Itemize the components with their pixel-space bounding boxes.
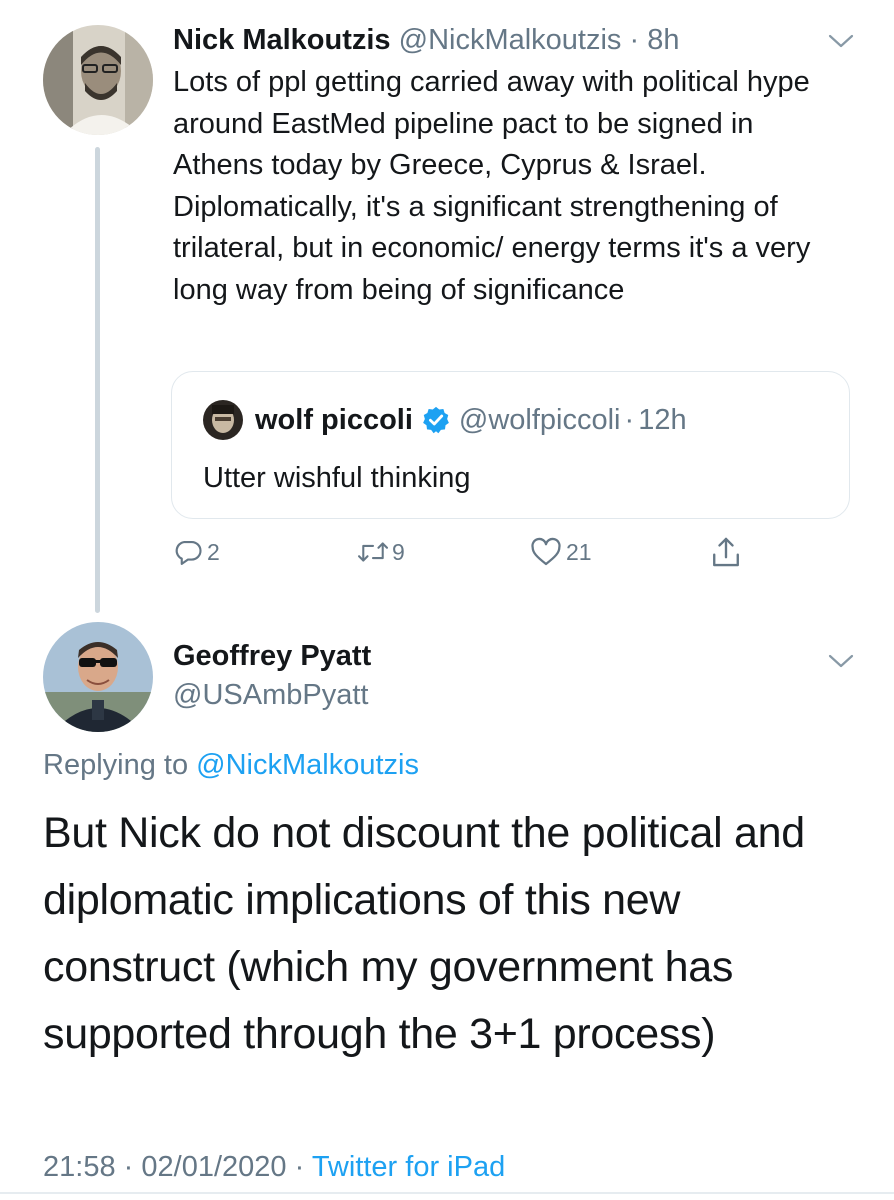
- parent-avatar[interactable]: [43, 25, 153, 135]
- parent-handle[interactable]: @NickMalkoutzis: [399, 24, 622, 56]
- retweet-count: 9: [392, 538, 405, 565]
- like-count: 21: [566, 538, 592, 565]
- tweet-metadata: 21:58 · 02/01/2020 · Twitter for iPad: [43, 1147, 505, 1187]
- replying-prefix: Replying to: [43, 749, 189, 781]
- retweet-icon: [356, 537, 390, 567]
- tweet-source-link[interactable]: Twitter for iPad: [312, 1151, 505, 1183]
- quoted-time[interactable]: 12h: [638, 400, 686, 440]
- tweet-date: 02/01/2020: [141, 1151, 287, 1183]
- parent-tweet-text: Lots of ppl getting carried away with po…: [173, 66, 811, 306]
- quoted-avatar[interactable]: [203, 400, 243, 440]
- verified-icon: [421, 405, 451, 435]
- reply-icon: [173, 537, 203, 567]
- meta-separator-2: ·: [294, 1151, 305, 1183]
- reply-count: 2: [207, 538, 220, 565]
- quoted-tweet-header: wolf piccoli @wolfpiccoli · 12h: [203, 400, 687, 440]
- main-author-name[interactable]: Geoffrey Pyatt: [173, 636, 371, 676]
- chevron-down-icon[interactable]: [826, 30, 856, 52]
- reply-action[interactable]: 2: [173, 532, 220, 572]
- thread-line: [95, 147, 100, 613]
- main-handle[interactable]: @USAmbPyatt: [173, 675, 368, 715]
- parent-time[interactable]: 8h: [647, 24, 679, 56]
- parent-separator: ·: [629, 24, 640, 56]
- quoted-author-name[interactable]: wolf piccoli: [255, 400, 413, 440]
- quoted-handle[interactable]: @wolfpiccoli: [459, 400, 621, 440]
- quoted-separator: ·: [624, 404, 635, 436]
- like-action[interactable]: 21: [530, 532, 592, 572]
- replying-to: Replying to @NickMalkoutzis: [43, 745, 419, 785]
- quoted-tweet-text: Utter wishful thinking: [203, 462, 471, 494]
- chevron-down-icon[interactable]: [826, 650, 856, 672]
- like-icon: [530, 537, 562, 567]
- share-action[interactable]: [710, 532, 742, 572]
- parent-tweet-header: Nick Malkoutzis @NickMalkoutzis · 8h: [173, 20, 680, 60]
- main-avatar[interactable]: [43, 622, 153, 732]
- main-tweet-text: But Nick do not discount the political a…: [43, 809, 805, 1058]
- tweet-time: 21:58: [43, 1151, 116, 1183]
- share-icon: [710, 535, 742, 569]
- parent-author-name[interactable]: Nick Malkoutzis: [173, 24, 391, 56]
- replying-handle-link[interactable]: @NickMalkoutzis: [196, 749, 419, 781]
- meta-separator-1: ·: [123, 1151, 134, 1183]
- retweet-action[interactable]: 9: [356, 532, 405, 572]
- divider: [0, 1192, 894, 1194]
